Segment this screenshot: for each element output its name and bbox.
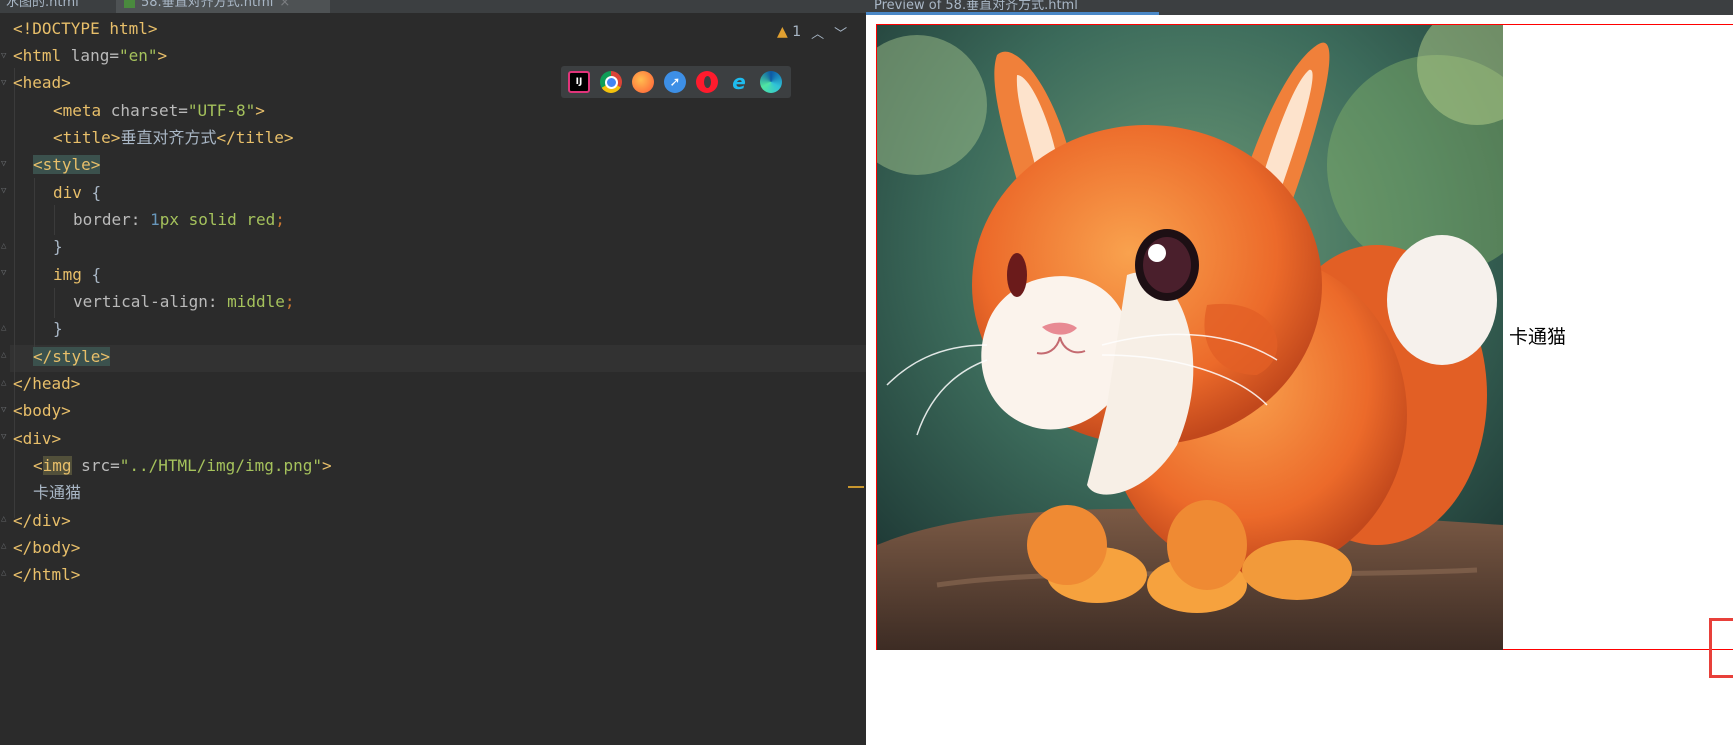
code-line-14: </head> [13, 374, 81, 393]
code-line-19: </div> [13, 511, 71, 530]
fold-icon[interactable]: △ [1, 240, 9, 252]
gutter: ▽ ▽ ▽ ▽ △ ▽ △ △ △ ▽ ▽ △ △ △ [0, 13, 10, 745]
indent-guide [54, 205, 55, 235]
code-line-21: </html> [13, 565, 81, 584]
intellij-icon[interactable]: IJ [568, 71, 590, 93]
active-tab-indicator [866, 12, 1159, 15]
safari-icon[interactable]: ➚ [664, 71, 686, 93]
warning-indicator[interactable]: ▲ 1 [777, 24, 801, 40]
fold-icon[interactable]: △ [1, 322, 9, 334]
annotation-highlight-box [1709, 618, 1733, 678]
html-file-icon [124, 0, 135, 8]
chevron-down-icon[interactable]: ﹀ [834, 23, 847, 42]
fold-icon[interactable]: △ [1, 377, 9, 389]
fold-icon[interactable]: ▽ [1, 185, 9, 197]
preview-tab[interactable]: Preview of 58.垂直对齐方式.html [866, 0, 1733, 15]
close-icon[interactable]: × [279, 0, 290, 10]
code-line-7: div { [53, 183, 102, 202]
scroll-marker [848, 486, 864, 488]
fold-icon[interactable]: ▽ [1, 404, 9, 416]
code-line-8: border: 1px solid red; [73, 210, 285, 229]
code-line-18: 卡通猫 [33, 483, 82, 502]
code-editor[interactable]: 水图的.html 58.垂直对齐方式.html × ▽ ▽ ▽ ▽ △ ▽ △ △… [0, 0, 866, 745]
fold-icon[interactable]: △ [1, 540, 9, 552]
edge-icon[interactable] [760, 71, 782, 93]
code-line-4: <meta charset="UTF-8"> [53, 101, 265, 120]
preview-text: 卡通猫 [1509, 326, 1567, 348]
warning-icon: ▲ [777, 24, 788, 40]
code-line-9: } [53, 237, 63, 256]
code-line-1: <!DOCTYPE html> [13, 19, 158, 38]
tab-label: 58.垂直对齐方式.html [141, 0, 274, 10]
code-line-15: <body> [13, 401, 71, 420]
code-line-5: <title>垂直对齐方式</title> [53, 128, 294, 147]
code-line-6: <style> [33, 155, 101, 174]
chevron-up-icon[interactable]: ︿ [811, 23, 824, 42]
chrome-icon[interactable] [600, 71, 622, 93]
code-line-2: <html lang="en"> [13, 46, 168, 65]
warning-count: 1 [792, 24, 802, 40]
fold-icon[interactable]: △ [1, 567, 9, 579]
code-line-13: </style> [33, 347, 111, 366]
browser-preview-bar: IJ ➚ e [561, 66, 791, 98]
editor-tab-bar: 水图的.html 58.垂直对齐方式.html × [0, 0, 866, 13]
indent-guide [34, 178, 35, 348]
tab-file-1[interactable]: 水图的.html [0, 0, 110, 13]
indent-guide [54, 288, 55, 318]
tab-label: 水图的.html [6, 0, 79, 10]
code-line-12: } [53, 319, 63, 338]
tab-file-2[interactable]: 58.垂直对齐方式.html × [116, 0, 330, 13]
code-line-3: <head> [13, 73, 71, 92]
fold-icon[interactable]: ▽ [1, 158, 9, 170]
rabbit-image [877, 25, 1503, 650]
inspection-widget[interactable]: ▲ 1 ︿ ﹀ [777, 22, 847, 42]
fold-icon[interactable]: △ [1, 513, 9, 525]
fold-icon[interactable]: ▽ [1, 431, 9, 443]
code-line-11: vertical-align: middle; [73, 292, 295, 311]
current-line-highlight [0, 345, 866, 372]
ie-icon[interactable]: e [728, 70, 750, 94]
code-line-16: <div> [13, 429, 62, 448]
fold-icon[interactable]: ▽ [1, 77, 9, 89]
opera-icon[interactable] [696, 71, 718, 93]
code-line-10: img { [53, 265, 102, 284]
firefox-icon[interactable] [632, 71, 654, 93]
fold-icon[interactable]: ▽ [1, 267, 9, 279]
preview-pane: Preview of 58.垂直对齐方式.html 卡通猫 [866, 0, 1733, 745]
code-line-17: <img src="../HTML/img/img.png"> [33, 456, 332, 475]
code-line-20: </body> [13, 538, 81, 557]
fold-icon[interactable]: ▽ [1, 50, 9, 62]
fold-icon[interactable]: △ [1, 349, 9, 361]
